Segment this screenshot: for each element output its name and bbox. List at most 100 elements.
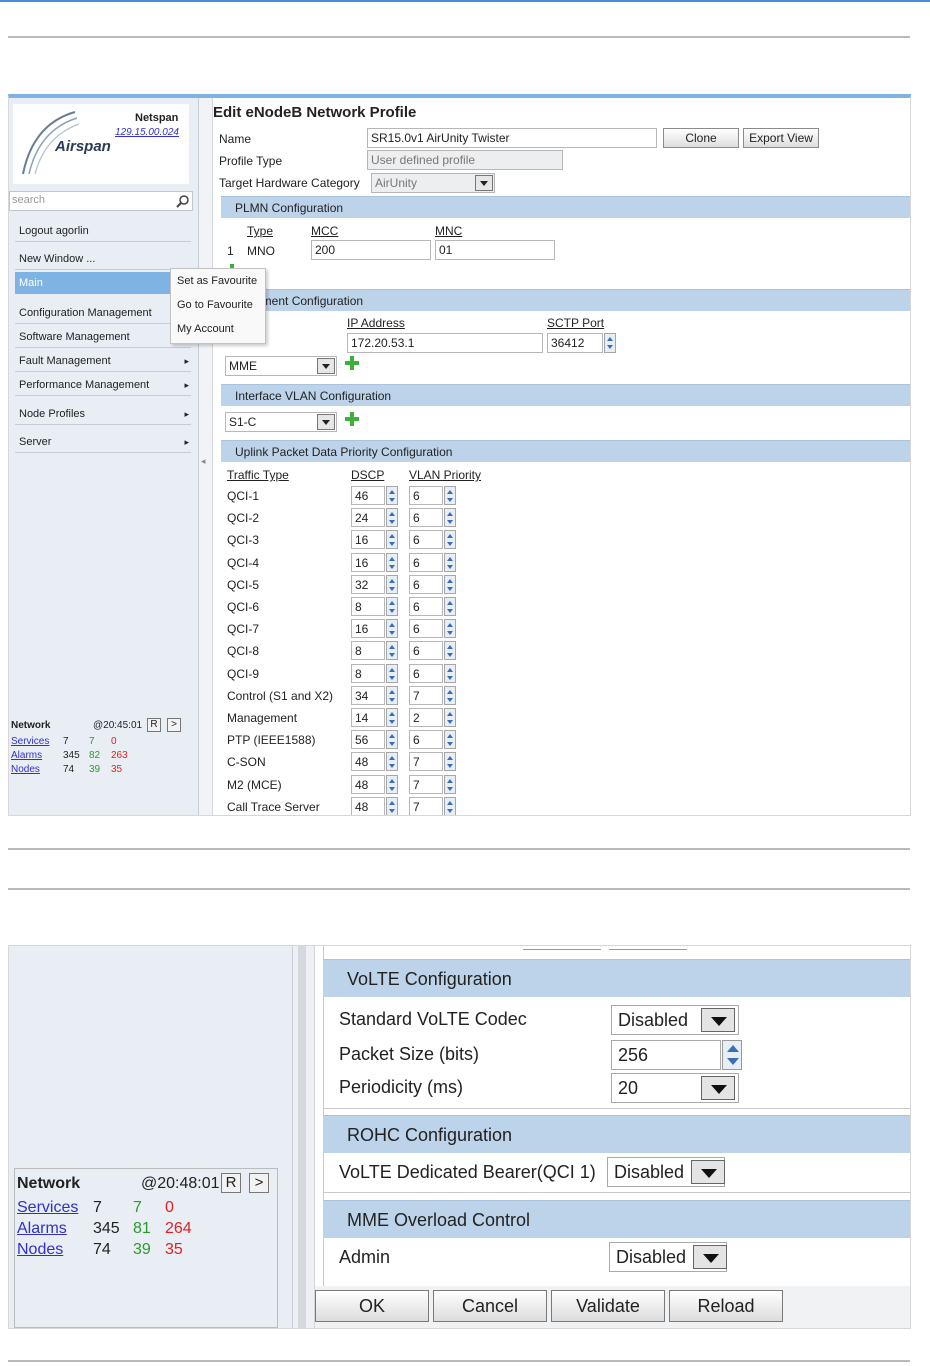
refresh-button[interactable]: R bbox=[147, 718, 161, 732]
vlan-priority-spinner-icon[interactable] bbox=[444, 619, 456, 639]
dscp-spinner-icon[interactable] bbox=[386, 708, 398, 727]
cancel-button[interactable]: Cancel bbox=[433, 1290, 547, 1322]
alarms-link[interactable]: Alarms bbox=[11, 750, 42, 761]
vlan-priority-input[interactable]: 6 bbox=[409, 508, 443, 528]
vlan-priority-input[interactable]: 6 bbox=[409, 574, 443, 594]
mnc-input[interactable]: 01 bbox=[435, 240, 555, 260]
vlan-priority-spinner-icon[interactable] bbox=[444, 641, 456, 661]
dscp-input[interactable]: 56 bbox=[351, 730, 385, 750]
refresh-button[interactable]: R bbox=[221, 1173, 241, 1193]
vlan-priority-input[interactable]: 6 bbox=[409, 552, 443, 572]
dscp-input[interactable]: 48 bbox=[351, 752, 385, 772]
vlan-priority-spinner-icon[interactable] bbox=[444, 663, 456, 683]
dscp-input[interactable]: 34 bbox=[351, 685, 385, 705]
dscp-input[interactable]: 48 bbox=[351, 774, 385, 794]
vlan-priority-spinner-icon[interactable] bbox=[444, 796, 456, 815]
dscp-spinner-icon[interactable] bbox=[386, 574, 398, 594]
sidebar-item-main[interactable]: Main bbox=[15, 272, 191, 294]
vlan-priority-input[interactable]: 6 bbox=[409, 486, 443, 505]
reload-button[interactable]: Reload bbox=[669, 1290, 783, 1322]
ip-address-input[interactable]: 172.20.53.1 bbox=[347, 333, 543, 353]
dscp-spinner-icon[interactable] bbox=[386, 730, 398, 750]
vlan-priority-input[interactable]: 2 bbox=[409, 708, 443, 727]
validate-button[interactable]: Validate bbox=[551, 1290, 665, 1322]
dscp-input[interactable]: 8 bbox=[351, 663, 385, 683]
menu-item-set-favourite[interactable]: Set as Favourite bbox=[171, 269, 265, 293]
ok-button[interactable]: OK bbox=[315, 1290, 429, 1322]
vlan-priority-input[interactable]: 7 bbox=[409, 774, 443, 794]
nodes-link[interactable]: Nodes bbox=[17, 1241, 63, 1259]
dscp-input[interactable]: 8 bbox=[351, 641, 385, 661]
sctp-port-spinner-icon[interactable] bbox=[604, 333, 616, 353]
dscp-spinner-icon[interactable] bbox=[386, 486, 398, 505]
search-input[interactable]: search bbox=[12, 194, 45, 206]
dscp-spinner-icon[interactable] bbox=[386, 530, 398, 550]
menu-item-my-account[interactable]: My Account bbox=[171, 317, 265, 341]
mcc-input[interactable]: 200 bbox=[311, 240, 431, 260]
vlan-priority-spinner-icon[interactable] bbox=[444, 597, 456, 616]
search-box[interactable]: search bbox=[9, 191, 193, 211]
dscp-input[interactable]: 8 bbox=[351, 597, 385, 616]
alarms-link[interactable]: Alarms bbox=[17, 1220, 67, 1238]
vlan-priority-spinner-icon[interactable] bbox=[444, 730, 456, 750]
vlan-priority-input[interactable]: 7 bbox=[409, 796, 443, 815]
panel-splitter[interactable]: ◂ bbox=[199, 98, 213, 815]
dscp-input[interactable]: 32 bbox=[351, 574, 385, 594]
vlan-priority-input[interactable]: 6 bbox=[409, 619, 443, 639]
vlan-priority-input[interactable]: 6 bbox=[409, 663, 443, 683]
dscp-spinner-icon[interactable] bbox=[386, 597, 398, 616]
export-view-button[interactable]: Export View bbox=[743, 128, 819, 148]
services-link[interactable]: Services bbox=[17, 1199, 78, 1217]
sidebar-item-performance-management[interactable]: Performance Management ▸ bbox=[15, 374, 191, 396]
vlan-priority-spinner-icon[interactable] bbox=[444, 486, 456, 505]
services-link[interactable]: Services bbox=[11, 736, 49, 747]
dscp-input[interactable]: 16 bbox=[351, 619, 385, 639]
dscp-input[interactable]: 24 bbox=[351, 508, 385, 528]
vlan-priority-input[interactable]: 6 bbox=[409, 730, 443, 750]
chevron-down-icon[interactable] bbox=[701, 1008, 735, 1032]
panel-splitter[interactable] bbox=[293, 946, 315, 1328]
dscp-spinner-icon[interactable] bbox=[386, 663, 398, 683]
chevron-down-icon[interactable] bbox=[691, 1160, 725, 1184]
vlan-priority-spinner-icon[interactable] bbox=[444, 508, 456, 528]
sctp-port-input[interactable]: 36412 bbox=[547, 333, 603, 353]
name-input[interactable]: SR15.0v1 AirUnity Twister bbox=[367, 128, 657, 148]
sidebar-item-server[interactable]: Server ▸ bbox=[15, 431, 191, 453]
vlan-priority-spinner-icon[interactable] bbox=[444, 574, 456, 594]
version-link[interactable]: 129.15.00.024 bbox=[115, 127, 179, 138]
dscp-spinner-icon[interactable] bbox=[386, 619, 398, 639]
vlan-priority-spinner-icon[interactable] bbox=[444, 752, 456, 772]
sidebar-item-new-window[interactable]: New Window ... bbox=[15, 248, 191, 270]
sidebar-item-software-management[interactable]: Software Management bbox=[15, 326, 191, 348]
dscp-spinner-icon[interactable] bbox=[386, 796, 398, 815]
next-button[interactable]: > bbox=[249, 1173, 269, 1193]
chevron-down-icon[interactable] bbox=[693, 1245, 727, 1269]
nodes-link[interactable]: Nodes bbox=[11, 764, 40, 775]
menu-item-go-favourite[interactable]: Go to Favourite bbox=[171, 293, 265, 317]
vlan-priority-input[interactable]: 6 bbox=[409, 641, 443, 661]
chevron-down-icon[interactable] bbox=[317, 414, 335, 430]
vlan-priority-spinner-icon[interactable] bbox=[444, 708, 456, 727]
add-vlan-icon[interactable] bbox=[345, 412, 359, 426]
vlan-priority-input[interactable]: 7 bbox=[409, 752, 443, 772]
chevron-down-icon[interactable] bbox=[701, 1076, 735, 1100]
vlan-priority-spinner-icon[interactable] bbox=[444, 530, 456, 550]
dscp-spinner-icon[interactable] bbox=[386, 641, 398, 661]
dscp-input[interactable]: 16 bbox=[351, 530, 385, 550]
collapse-icon[interactable]: ◂ bbox=[201, 456, 206, 467]
next-button[interactable]: > bbox=[167, 718, 181, 732]
vlan-priority-spinner-icon[interactable] bbox=[444, 774, 456, 794]
sidebar-item-logout[interactable]: Logout agorlin bbox=[15, 220, 191, 242]
dscp-spinner-icon[interactable] bbox=[386, 508, 398, 528]
vlan-priority-spinner-icon[interactable] bbox=[444, 685, 456, 705]
dscp-input[interactable]: 46 bbox=[351, 486, 385, 505]
packet-size-input[interactable]: 256 bbox=[611, 1040, 721, 1070]
clone-button[interactable]: Clone bbox=[663, 128, 739, 148]
vlan-priority-input[interactable]: 7 bbox=[409, 685, 443, 705]
chevron-down-icon[interactable] bbox=[475, 175, 493, 191]
packet-size-spinner-icon[interactable] bbox=[722, 1040, 742, 1070]
chevron-down-icon[interactable] bbox=[317, 358, 335, 374]
dscp-input[interactable]: 16 bbox=[351, 552, 385, 572]
dscp-spinner-icon[interactable] bbox=[386, 685, 398, 705]
dscp-input[interactable]: 14 bbox=[351, 708, 385, 727]
